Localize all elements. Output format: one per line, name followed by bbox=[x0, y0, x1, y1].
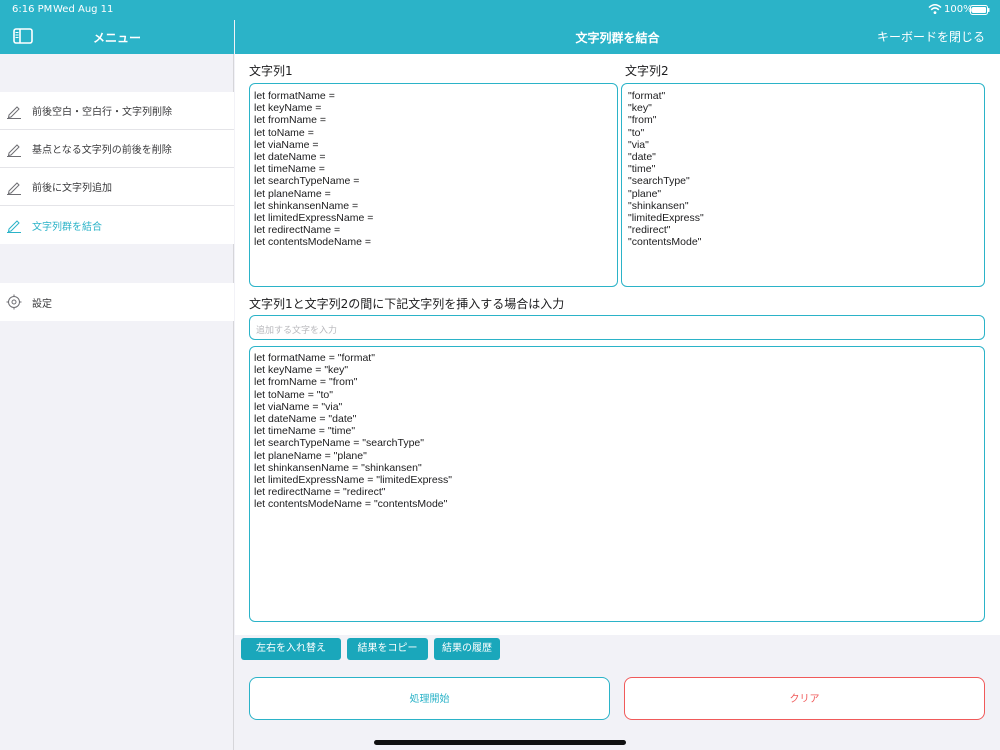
text-line: let limitedExpressName = bbox=[254, 212, 374, 225]
text-line: let fromName = "from" bbox=[254, 376, 358, 389]
home-indicator bbox=[374, 740, 626, 745]
clear-button[interactable]: クリア bbox=[624, 677, 985, 720]
string1-label: 文字列1 bbox=[249, 64, 293, 78]
battery-percent: 100% bbox=[944, 4, 973, 15]
text-line: let contentsModeName = "contentsMode" bbox=[254, 498, 448, 511]
text-line: let toName = "to" bbox=[254, 388, 333, 401]
text-line: let searchTypeName = "searchType" bbox=[254, 437, 424, 450]
text-line: "date" bbox=[628, 151, 656, 164]
text-line: let viaName = bbox=[254, 138, 319, 151]
sidebar-title: メニュー bbox=[92, 31, 141, 45]
swap-button[interactable]: 左右を入れ替え bbox=[241, 638, 341, 660]
text-line: let redirectName = bbox=[254, 224, 341, 237]
menu-list: 前後空白・空白行・文字列削除 基点となる文字列の前後を削除 前後に文字列追加 文… bbox=[0, 92, 234, 244]
sidebar-item-trim[interactable]: 前後空白・空白行・文字列削除 bbox=[0, 92, 234, 130]
text-line: let limitedExpressName = "limitedExpress… bbox=[254, 474, 452, 487]
text-line: let formatName = "format" bbox=[254, 352, 375, 364]
sidebar: メニュー 前後空白・空白行・文字列削除 基点となる文字列の前後を削除 前後に文字… bbox=[0, 0, 234, 750]
insert-label: 文字列1と文字列2の間に下記文字列を挿入する場合は入力 bbox=[249, 297, 565, 311]
text-line: let fromName = bbox=[254, 114, 327, 127]
text-line: let timeName = "time" bbox=[254, 425, 356, 438]
text-line: let shinkansenName = "shinkansen" bbox=[254, 461, 422, 474]
text-line: "redirect" bbox=[628, 224, 671, 237]
text-line: "via" bbox=[628, 138, 649, 151]
sidebar-item-label: 前後に文字列追加 bbox=[32, 183, 112, 194]
text-line: "to" bbox=[628, 126, 645, 139]
sidebar-item-delete-around[interactable]: 基点となる文字列の前後を削除 bbox=[0, 130, 234, 168]
text-line: let planeName = bbox=[254, 187, 331, 200]
pencil-icon bbox=[7, 220, 21, 233]
sidebar-item-add-around[interactable]: 前後に文字列追加 bbox=[0, 168, 234, 206]
text-line: "key" bbox=[628, 102, 652, 115]
action-area: 左右を入れ替え 結果をコピー 結果の履歴 処理開始 クリア bbox=[235, 635, 1000, 750]
text-line: "time" bbox=[628, 163, 656, 176]
result-textarea[interactable]: let formatName = "format" let keyName = "… bbox=[249, 346, 985, 622]
string2-label: 文字列2 bbox=[625, 64, 669, 78]
copy-result-button[interactable]: 結果をコピー bbox=[347, 638, 428, 660]
sidebar-item-label: 基点となる文字列の前後を削除 bbox=[32, 145, 172, 156]
string2-textarea[interactable]: "format" "key" "from" "to" "via" "date" "time"… bbox=[621, 83, 985, 287]
text-line: let contentsModeName = bbox=[254, 236, 372, 249]
settings-group: 設定 bbox=[0, 283, 234, 321]
text-line: let keyName = bbox=[254, 102, 322, 115]
text-line: "contentsMode" bbox=[628, 236, 702, 249]
text-line: let viaName = "via" bbox=[254, 400, 343, 413]
text-line: "from" bbox=[628, 114, 657, 127]
main-nav-bar: 文字列群を結合 キーボードを閉じる bbox=[235, 20, 1000, 54]
text-line: let formatName = bbox=[254, 90, 335, 102]
text-line: let toName = bbox=[254, 126, 314, 139]
text-line: "limitedExpress" bbox=[628, 212, 704, 225]
text-line: let shinkansenName = bbox=[254, 199, 359, 212]
start-button[interactable]: 処理開始 bbox=[249, 677, 610, 720]
text-line: "shinkansen" bbox=[628, 199, 689, 212]
insert-string-input[interactable]: 追加する文字を入力 bbox=[249, 315, 985, 340]
sidebar-item-label: 前後空白・空白行・文字列削除 bbox=[32, 107, 172, 118]
text-line: let searchTypeName = bbox=[254, 175, 360, 188]
text-line: let dateName = "date" bbox=[254, 413, 357, 426]
string1-textarea[interactable]: let formatName = let keyName = let fromNam… bbox=[249, 83, 618, 287]
sidebar-item-settings[interactable]: 設定 bbox=[0, 283, 234, 321]
sidebar-item-label: 設定 bbox=[32, 298, 52, 310]
text-line: let redirectName = "redirect" bbox=[254, 486, 386, 499]
text-line: "format" bbox=[628, 90, 666, 102]
close-keyboard-button[interactable]: キーボードを閉じる bbox=[877, 28, 985, 45]
gear-icon bbox=[6, 294, 22, 310]
text-line: let planeName = "plane" bbox=[254, 449, 367, 462]
text-line: let keyName = "key" bbox=[254, 364, 349, 377]
main-pane: 文字列群を結合 キーボードを閉じる 文字列1 文字列2 let formatNa… bbox=[235, 0, 1000, 750]
status-date: Wed Aug 11 bbox=[53, 4, 114, 15]
wifi-icon bbox=[928, 4, 942, 15]
text-line: "searchType" bbox=[628, 175, 690, 188]
status-bar: 6:16 PM Wed Aug 11 100% bbox=[0, 0, 1000, 20]
pencil-icon bbox=[7, 143, 21, 157]
sidebar-nav-bar: メニュー bbox=[0, 20, 234, 54]
pencil-icon bbox=[7, 181, 21, 195]
sidebar-item-join[interactable]: 文字列群を結合 bbox=[0, 206, 234, 244]
text-line: let timeName = bbox=[254, 163, 325, 176]
battery-icon bbox=[970, 5, 990, 15]
text-line: "plane" bbox=[628, 187, 662, 200]
history-button[interactable]: 結果の履歴 bbox=[434, 638, 500, 660]
sidebar-item-label: 文字列群を結合 bbox=[32, 221, 102, 233]
pencil-icon bbox=[7, 105, 21, 119]
status-time: 6:16 PM bbox=[12, 4, 53, 15]
text-line: let dateName = bbox=[254, 151, 326, 164]
